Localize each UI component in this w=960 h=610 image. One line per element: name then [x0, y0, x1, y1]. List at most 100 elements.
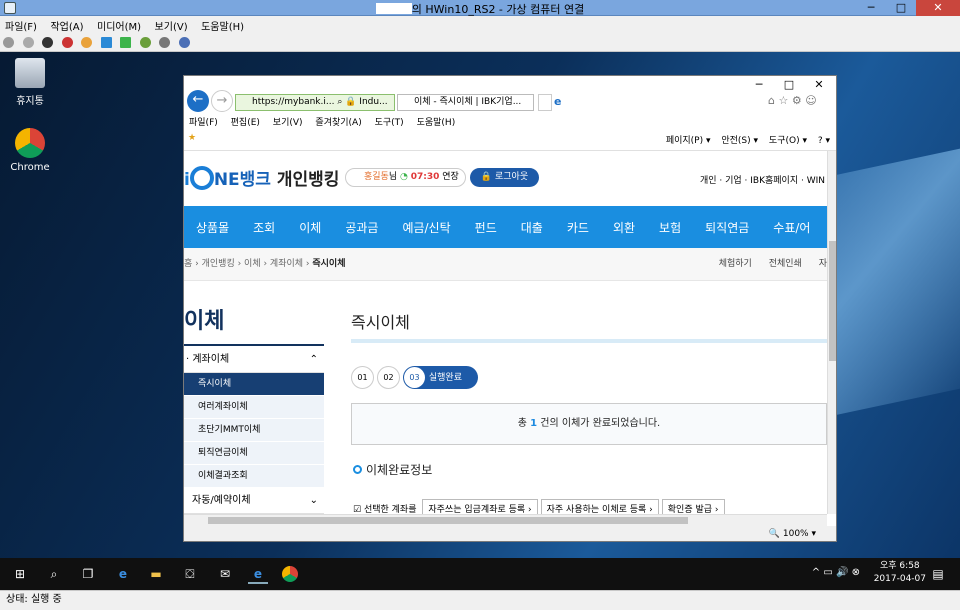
side-item-multi[interactable]: 여러계좌이체 — [184, 396, 324, 419]
safety-menu[interactable]: 안전(S) ▾ — [721, 136, 758, 146]
main-nav: 상품몰 조회 이체 공과금 예금/신탁 펀드 대출 카드 외환 보험 퇴직연금 수표/어 — [184, 206, 827, 248]
side-item-pension[interactable]: 퇴직연금이체 — [184, 442, 324, 465]
side-item-instant[interactable]: 즉시이체 — [184, 373, 324, 396]
ctrl-alt-del-icon[interactable] — [3, 37, 14, 48]
select-checkbox[interactable]: ☑ — [353, 505, 361, 514]
address-bar[interactable]: https://mybank.i... ⌕ 🔒 Indu... — [235, 94, 395, 111]
help-menu[interactable]: ? ▾ — [818, 136, 830, 146]
forward-button[interactable]: → — [211, 90, 233, 112]
step-2: 02 — [377, 366, 400, 389]
ie-menu-favorites[interactable]: 즐겨찾기(A) — [310, 115, 366, 128]
favorites-star-icon[interactable]: ★ — [188, 133, 196, 143]
taskbar: ⊞ ⌕ ❐ e ▬ ⛋ ✉ e ^ ▭ 🔊 ⊗ 오후 6:58 2017-04-0… — [0, 558, 960, 590]
tab-transfer[interactable]: 이체 - 즉시이체 | IBK기업... — [397, 94, 534, 111]
ie-logo-icon: e — [554, 95, 562, 108]
ie-taskbar-icon[interactable]: e — [248, 564, 268, 584]
ie-maximize-button[interactable]: □ — [774, 76, 804, 94]
ie-menu-help[interactable]: 도움말(H) — [412, 115, 461, 128]
register-frequent-transfer-button[interactable]: 자주 사용하는 이체로 등록 › — [540, 499, 659, 514]
brand-logo[interactable]: i NE뱅크 개인뱅킹 — [184, 165, 339, 190]
ie-close-button[interactable]: ✕ — [804, 76, 834, 94]
nav-transfer[interactable]: 이체 — [287, 206, 333, 249]
chevron-down-icon: ⌄ — [309, 495, 318, 506]
home-star-gear-icons[interactable]: ⌂ ☆ ⚙ ☺ — [768, 94, 817, 107]
nav-fund[interactable]: 펀드 — [463, 206, 509, 249]
step-3-active: 03 실행완료 — [403, 366, 478, 389]
task-view-icon[interactable]: ❐ — [78, 564, 98, 584]
section-heading: 이체완료정보 — [353, 461, 432, 478]
recycle-bin-shortcut[interactable]: 휴지통 — [0, 58, 60, 107]
ie-menu-file[interactable]: 파일(F) — [184, 115, 223, 128]
ie-menubar: 파일(F) 편집(E) 보기(V) 즐겨찾기(A) 도구(T) 도움말(H) — [184, 115, 836, 129]
ie-minimize-button[interactable]: ─ — [744, 76, 774, 94]
resume-icon[interactable] — [120, 37, 131, 48]
extend-button[interactable]: 연장 — [442, 172, 459, 182]
ie-menu-view[interactable]: 보기(V) — [268, 115, 308, 128]
side-group-auto[interactable]: 자동/예약이체 ⌄ — [184, 488, 324, 514]
chevron-up-icon: ⌃ — [309, 354, 318, 365]
nav-check[interactable]: 수표/어 — [761, 206, 822, 249]
chrome-taskbar-icon[interactable] — [282, 566, 298, 582]
print-link[interactable]: 자 — [819, 259, 827, 269]
horizontal-scrollbar[interactable] — [184, 514, 827, 526]
vm-menubar: 파일(F) 작업(A) 미디어(M) 보기(V) 도움말(H) — [0, 16, 960, 33]
tools-menu[interactable]: 도구(O) ▾ — [769, 136, 807, 146]
logout-button[interactable]: 🔒 로그아웃 — [470, 168, 539, 187]
user-session: 홍길동님 ◔ 07:30 연장 — [345, 168, 466, 187]
vertical-scrollbar[interactable] — [827, 151, 836, 514]
start-icon[interactable] — [22, 37, 34, 48]
revert-icon[interactable] — [159, 37, 170, 48]
ie-command-bar: ★ 페이지(P) ▾ 안전(S) ▾ 도구(O) ▾ ? ▾ — [184, 129, 836, 151]
nav-forex[interactable]: 외환 — [601, 206, 647, 249]
ie-menu-tools[interactable]: 도구(T) — [370, 115, 409, 128]
side-item-mmt[interactable]: 초단기MMT이체 — [184, 419, 324, 442]
side-group-account-transfer[interactable]: · 계좌이체 ⌃ — [184, 344, 324, 373]
enhanced-session-icon[interactable] — [178, 37, 190, 48]
side-menu: · 계좌이체 ⌃ 즉시이체 여러계좌이체 초단기MMT이체 퇴직연금이체 이체결과… — [184, 344, 324, 514]
file-explorer-icon[interactable]: ▬ — [146, 564, 166, 584]
turn-off-icon[interactable] — [42, 37, 53, 48]
print-all-link[interactable]: 전체인쇄 — [769, 259, 802, 269]
completion-message: 총 1 건의 이체가 완료되었습니다. — [351, 403, 827, 445]
nav-card[interactable]: 카드 — [555, 206, 601, 249]
ie-menu-edit[interactable]: 편집(E) — [226, 115, 265, 128]
store-icon[interactable]: ⛋ — [180, 564, 200, 584]
side-item-result[interactable]: 이체결과조회 — [184, 465, 324, 488]
pause-icon[interactable] — [100, 37, 112, 48]
search-icon[interactable]: ⌕ — [44, 564, 64, 584]
back-button[interactable]: ← — [187, 90, 209, 112]
issue-receipt-button[interactable]: 확인증 발급 › — [661, 499, 725, 514]
register-frequent-account-button[interactable]: 자주쓰는 입금계좌로 등록 › — [422, 499, 538, 514]
trial-link[interactable]: 체험하기 — [719, 259, 752, 269]
notifications-icon[interactable]: ▤ — [928, 564, 948, 584]
zoom-level[interactable]: 🔍 100% ▾ — [184, 526, 836, 541]
top-links[interactable]: 개인 · 기업 · IBK홈페이지 · WIN — [700, 173, 825, 186]
vm-title: 의 HWin10_RS2 - 가상 컴퓨터 연결 — [0, 1, 960, 17]
minimize-button[interactable]: ─ — [856, 0, 886, 16]
maximize-button[interactable]: □ — [886, 0, 916, 16]
vm-title-bar: 의 HWin10_RS2 - 가상 컴퓨터 연결 ─ □ ✕ — [0, 0, 960, 16]
nav-mall[interactable]: 상품몰 — [184, 206, 241, 249]
nav-pension[interactable]: 퇴직연금 — [693, 206, 761, 249]
nav-loan[interactable]: 대출 — [509, 206, 555, 249]
checkpoint-icon[interactable] — [139, 37, 151, 48]
page-menu[interactable]: 페이지(P) ▾ — [666, 136, 711, 146]
chrome-shortcut[interactable]: Chrome — [0, 128, 60, 173]
save-icon[interactable] — [81, 37, 92, 48]
close-button[interactable]: ✕ — [916, 0, 960, 16]
system-tray[interactable]: ^ ▭ 🔊 ⊗ — [812, 567, 860, 578]
edge-icon[interactable]: e — [113, 564, 133, 584]
clock[interactable]: 오후 6:58 2017-04-07 — [874, 560, 926, 586]
nav-insurance[interactable]: 보험 — [647, 206, 693, 249]
recycle-bin-icon — [15, 58, 45, 88]
nav-deposit[interactable]: 예금/신탁 — [390, 206, 462, 249]
new-tab-button[interactable] — [538, 94, 552, 111]
nav-bills[interactable]: 공과금 — [333, 206, 390, 249]
nav-inquiry[interactable]: 조회 — [241, 206, 287, 249]
windows-start-icon[interactable]: ⊞ — [10, 564, 30, 584]
shutdown-icon[interactable] — [61, 37, 73, 48]
web-page: i NE뱅크 개인뱅킹 홍길동님 ◔ 07:30 연장 🔒 로그아웃 개인 · 기… — [184, 151, 827, 514]
chrome-icon — [15, 128, 45, 158]
ie-titlebar: ─ □ ✕ ← → https://mybank.i... ⌕ 🔒 Indu..… — [184, 76, 836, 115]
mail-icon[interactable]: ✉ — [215, 564, 235, 584]
